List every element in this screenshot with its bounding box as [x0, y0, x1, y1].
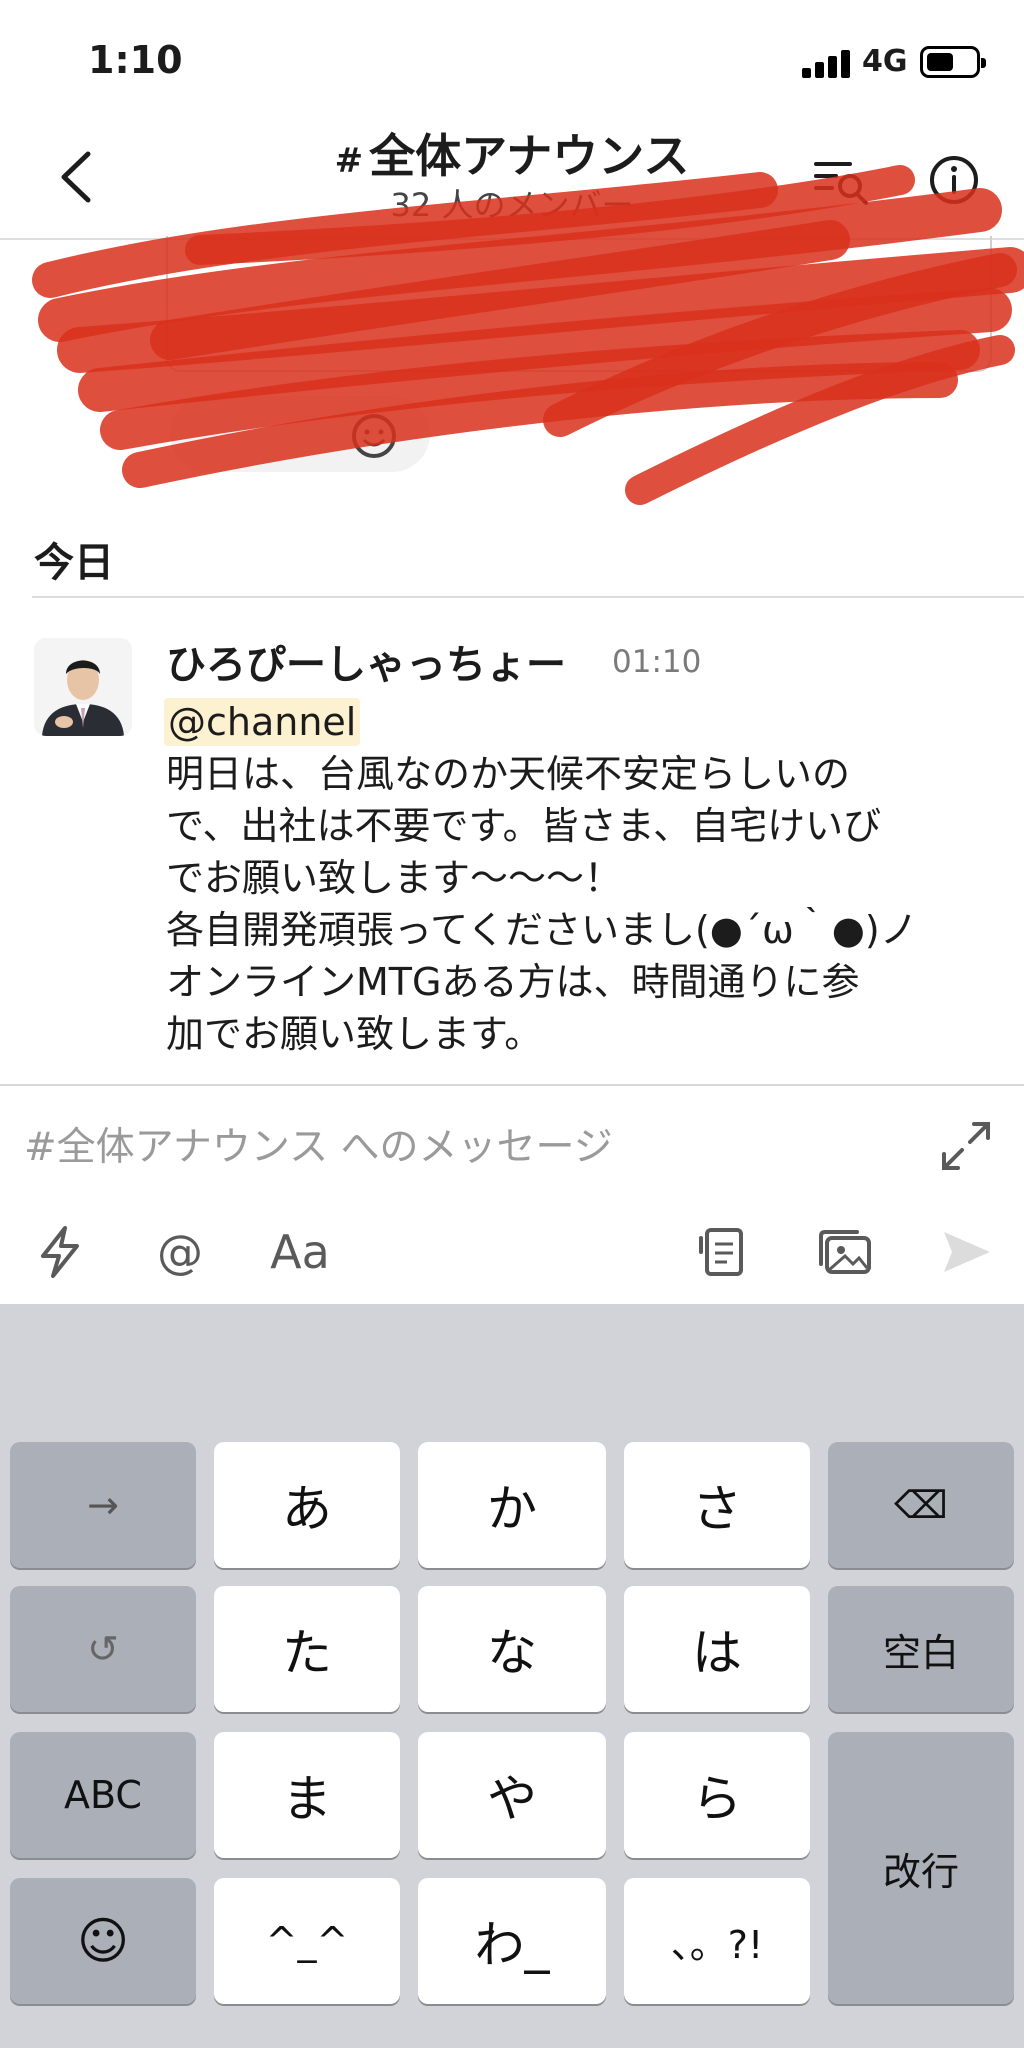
channel-name: 全体アナウンス	[369, 129, 690, 183]
send-icon	[944, 1232, 990, 1272]
shortcuts-button[interactable]	[28, 1220, 92, 1284]
at-icon: @	[157, 1225, 203, 1279]
key-na[interactable]: な	[418, 1586, 606, 1712]
key-return[interactable]: 改行	[828, 1732, 1014, 2004]
key-ma[interactable]: ま	[214, 1732, 400, 1858]
expand-composer-button[interactable]	[938, 1118, 994, 1174]
key-sa[interactable]: さ	[624, 1442, 810, 1568]
status-time: 1:10	[88, 38, 183, 82]
document-icon	[699, 1228, 743, 1276]
expand-icon	[942, 1122, 990, 1170]
lightning-icon	[41, 1226, 79, 1278]
key-space[interactable]: 空白	[828, 1586, 1014, 1712]
message-author[interactable]: ひろぴーしゃっちょー	[166, 632, 566, 690]
photo-icon	[819, 1230, 871, 1274]
key-ya[interactable]: や	[418, 1732, 606, 1858]
channel-header: # 全体アナウンス 32 人のメンバー	[0, 120, 1024, 240]
message-time: 01:10	[612, 644, 702, 680]
undo-icon: ↺	[87, 1627, 119, 1671]
composer-divider	[0, 1084, 1024, 1086]
list-search-icon	[814, 162, 868, 205]
key-next-char[interactable]: →	[10, 1442, 196, 1568]
day-label: 今日	[34, 540, 114, 586]
add-reaction-icon[interactable]	[350, 410, 400, 460]
channel-mention[interactable]: @channel	[164, 698, 361, 746]
format-text-icon: Aa	[270, 1225, 330, 1279]
emoji-icon: ☺	[76, 1912, 130, 1970]
channel-info-button[interactable]	[928, 154, 980, 206]
key-punctuation[interactable]: 、。?!	[624, 1878, 810, 2004]
message-body: 明日は、台風なのか天候不安定らしいの で、出社は不要です。皆さま、自宅けいび で…	[166, 752, 918, 1056]
backspace-icon: ⌫	[894, 1483, 948, 1527]
key-emoji[interactable]: ☺	[10, 1878, 196, 2004]
message-input[interactable]	[24, 1112, 904, 1182]
key-ka[interactable]: か	[418, 1442, 606, 1568]
key-ha[interactable]: は	[624, 1586, 810, 1712]
keyboard: → あ か さ ⌫ ↺ た な は 空白 ABC ま や ら 改行 ☺ ^_^ …	[0, 1304, 1024, 2048]
key-undo[interactable]: ↺	[10, 1586, 196, 1712]
key-a[interactable]: あ	[214, 1442, 400, 1568]
attach-photo-button[interactable]	[814, 1220, 878, 1284]
previous-message-attachment[interactable]	[166, 236, 992, 372]
send-button[interactable]	[934, 1220, 998, 1284]
info-icon	[930, 156, 978, 204]
channel-hash: #	[334, 141, 364, 181]
search-in-channel-button[interactable]	[812, 154, 872, 210]
status-bar: 1:10 4G	[0, 0, 1024, 120]
mention-button[interactable]: @	[148, 1220, 212, 1284]
key-ra[interactable]: ら	[624, 1732, 810, 1858]
attach-file-button[interactable]	[690, 1220, 754, 1284]
key-wa[interactable]: わ_	[418, 1878, 606, 2004]
avatar[interactable]	[34, 638, 132, 736]
formatting-button[interactable]: Aa	[268, 1220, 332, 1284]
network-label: 4G	[862, 44, 908, 79]
key-kaomoji[interactable]: ^_^	[214, 1878, 400, 2004]
key-delete[interactable]: ⌫	[828, 1442, 1014, 1568]
battery-icon	[920, 46, 986, 78]
signal-icon	[802, 48, 852, 78]
key-ta[interactable]: た	[214, 1586, 400, 1712]
key-abc[interactable]: ABC	[10, 1732, 196, 1858]
day-divider	[32, 596, 1024, 598]
